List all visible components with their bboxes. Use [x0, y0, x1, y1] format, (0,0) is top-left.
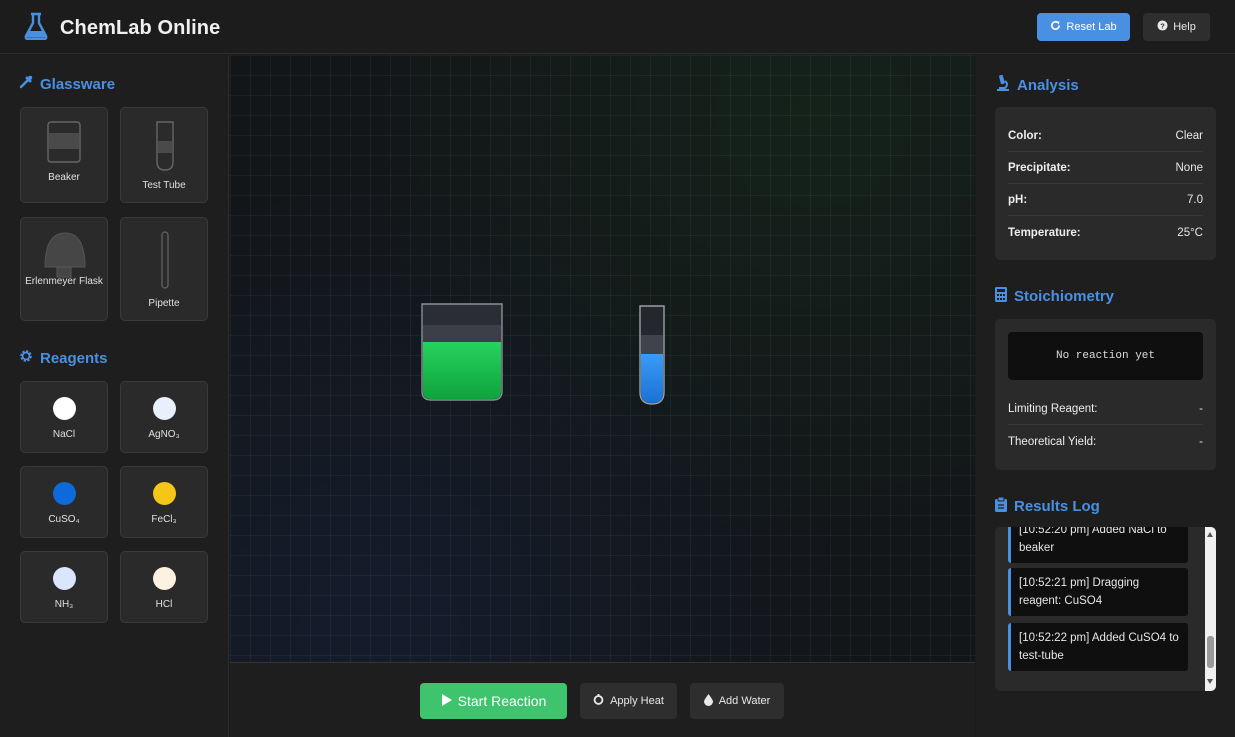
- analysis-heading: Analysis: [995, 74, 1079, 95]
- stoichiometry-heading: Stoichiometry: [995, 287, 1114, 306]
- stoichiometry-title: Stoichiometry: [1014, 288, 1115, 305]
- test-tube-icon: [156, 121, 174, 176]
- log-entry: [10:52:20 pm] Added NaCl to beaker: [1008, 527, 1188, 563]
- stoich-value: -: [1199, 435, 1203, 448]
- play-icon: [441, 693, 452, 709]
- stoich-key: Limiting Reagent:: [1008, 403, 1098, 415]
- app-header: ChemLab Online Reset Lab ? Help: [0, 0, 1235, 54]
- app-title: ChemLab Online: [60, 17, 221, 39]
- clipboard-icon: [995, 496, 1007, 516]
- reagent-label: NaCl: [52, 429, 76, 440]
- lab-workspace[interactable]: [230, 55, 975, 662]
- reagent-swatch: [53, 567, 76, 590]
- pipette-icon: [161, 231, 169, 294]
- results-heading: Results Log: [995, 496, 1100, 516]
- reagent-label: AgNO₃: [148, 429, 180, 440]
- add-water-label: Add Water: [718, 695, 771, 707]
- help-label: Help: [1173, 21, 1196, 33]
- reagent-label: HCl: [155, 599, 173, 610]
- log-entry: [10:52:21 pm] Dragging reagent: CuSO4: [1008, 568, 1188, 616]
- brand: ChemLab Online: [24, 12, 220, 45]
- question-icon: ?: [1157, 20, 1168, 34]
- reagents-title: Reagents: [40, 349, 108, 367]
- analysis-value: 7.0: [1187, 194, 1203, 206]
- stoichiometry-display: No reaction yet: [1008, 332, 1203, 380]
- start-reaction-label: Start Reaction: [457, 693, 547, 709]
- analysis-key: Temperature:: [1008, 226, 1081, 239]
- results-log[interactable]: [10:52:20 pm] Added NaCl to beaker [10:5…: [995, 527, 1216, 691]
- analysis-key: pH:: [1008, 194, 1028, 206]
- workspace-test-tube[interactable]: [639, 305, 665, 410]
- reagent-swatch: [153, 567, 176, 590]
- gear-icon: [19, 349, 33, 367]
- reagent-label: CuSO₄: [48, 514, 80, 525]
- analysis-value: None: [1175, 162, 1204, 174]
- glassware-title: Glassware: [40, 75, 116, 93]
- apply-heat-button[interactable]: Apply Heat: [580, 683, 677, 719]
- analysis-value: 25°C: [1177, 226, 1203, 239]
- left-sidebar: Glassware Beaker Test Tube Erlenmeyer Fl…: [0, 55, 229, 737]
- apply-heat-label: Apply Heat: [610, 695, 664, 707]
- reagent-swatch: [153, 482, 176, 505]
- glassware-pipette[interactable]: Pipette: [120, 217, 208, 321]
- right-sidebar: Analysis Color: Clear Precipitate: None …: [976, 55, 1235, 737]
- droplet-icon: [703, 693, 713, 709]
- glassware-test-tube[interactable]: Test Tube: [120, 107, 208, 203]
- beaker-label: Beaker: [48, 172, 80, 183]
- analysis-key: Color:: [1008, 130, 1042, 142]
- analysis-row-temperature: Temperature: 25°C: [1008, 217, 1203, 248]
- analysis-key: Precipitate:: [1008, 162, 1071, 174]
- reagent-fecl3[interactable]: FeCl₃: [120, 466, 208, 538]
- log-entry: [10:52:22 pm] Added CuSO4 to test-tube: [1008, 623, 1188, 671]
- analysis-row-precipitate: Precipitate: None: [1008, 153, 1203, 184]
- action-bar: Start Reaction Apply Heat Add Water: [230, 662, 975, 737]
- pipette-label: Pipette: [148, 298, 180, 309]
- reagent-swatch: [53, 397, 76, 420]
- start-reaction-button[interactable]: Start Reaction: [420, 683, 567, 719]
- erlenmeyer-flask-label: Erlenmeyer Flask: [25, 276, 103, 287]
- analysis-row-color: Color: Clear: [1008, 121, 1203, 152]
- scroll-up-arrow[interactable]: [1207, 532, 1213, 537]
- beaker-icon: [47, 121, 81, 168]
- stoich-row-limiting: Limiting Reagent: -: [1008, 394, 1203, 425]
- flask-icon: [24, 12, 48, 45]
- stoich-key: Theoretical Yield:: [1008, 435, 1097, 448]
- analysis-value: Clear: [1175, 130, 1203, 142]
- log-scrollbar[interactable]: [1205, 527, 1216, 691]
- reagent-label: NH₃: [54, 599, 74, 610]
- glassware-beaker[interactable]: Beaker: [20, 107, 108, 203]
- reagents-heading: Reagents: [19, 349, 108, 367]
- eyedropper-icon: [19, 75, 33, 93]
- glassware-erlenmeyer-flask[interactable]: Erlenmeyer Flask: [20, 217, 108, 321]
- refresh-icon: [1050, 20, 1061, 34]
- reagent-label: FeCl₃: [151, 514, 177, 525]
- reagent-cuso4[interactable]: CuSO₄: [20, 466, 108, 538]
- results-title: Results Log: [1014, 498, 1100, 515]
- stoich-value: -: [1199, 403, 1203, 415]
- reset-lab-label: Reset Lab: [1066, 21, 1117, 33]
- reagent-agno3[interactable]: AgNO₃: [120, 381, 208, 453]
- scrollbar-thumb[interactable]: [1207, 636, 1214, 668]
- reagent-swatch: [53, 482, 76, 505]
- help-button[interactable]: ? Help: [1143, 13, 1210, 41]
- analysis-panel: Color: Clear Precipitate: None pH: 7.0 T…: [995, 107, 1216, 260]
- reagent-nacl[interactable]: NaCl: [20, 381, 108, 453]
- reagent-swatch: [153, 397, 176, 420]
- fire-icon: [593, 694, 604, 708]
- scroll-down-arrow[interactable]: [1207, 679, 1213, 684]
- stoichiometry-panel: No reaction yet Limiting Reagent: - Theo…: [995, 319, 1216, 470]
- microscope-icon: [995, 74, 1010, 95]
- reagent-hcl[interactable]: HCl: [120, 551, 208, 623]
- reset-lab-button[interactable]: Reset Lab: [1037, 13, 1130, 41]
- add-water-button[interactable]: Add Water: [690, 683, 784, 719]
- calculator-icon: [995, 287, 1007, 306]
- stoich-row-yield: Theoretical Yield: -: [1008, 426, 1203, 457]
- test-tube-label: Test Tube: [142, 180, 186, 191]
- analysis-title: Analysis: [1017, 76, 1079, 94]
- svg-text:?: ?: [1160, 21, 1165, 30]
- workspace-beaker[interactable]: [421, 303, 503, 406]
- analysis-row-ph: pH: 7.0: [1008, 185, 1203, 216]
- glassware-heading: Glassware: [19, 75, 115, 93]
- reagent-nh3[interactable]: NH₃: [20, 551, 108, 623]
